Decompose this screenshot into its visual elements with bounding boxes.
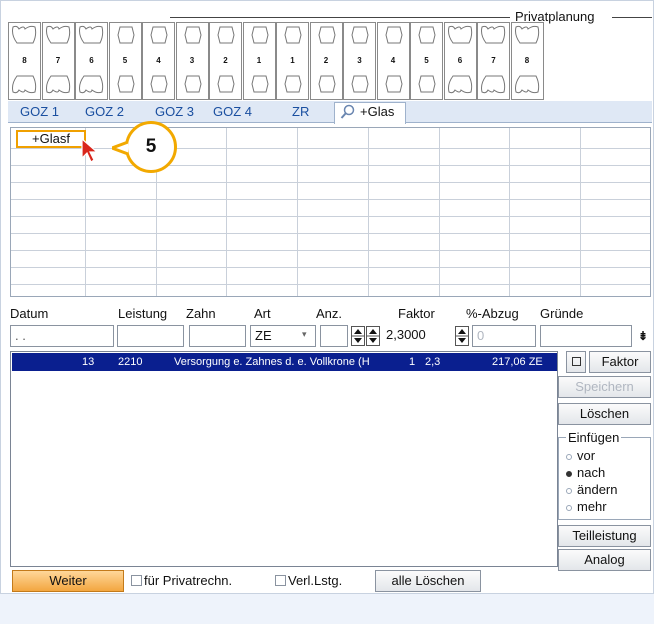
tooth-number: 5 — [122, 56, 128, 65]
label-gruende: Gründe — [540, 306, 584, 321]
speichern-button[interactable]: Speichern — [558, 376, 651, 398]
zahn-input[interactable] — [189, 325, 246, 347]
tab-glas[interactable]: +Glas — [360, 104, 394, 119]
tooth-number: 1 — [290, 56, 295, 65]
header-rule — [612, 17, 652, 18]
radio-nach[interactable]: nach — [566, 465, 605, 480]
tooth-number: 3 — [189, 56, 195, 65]
step-callout-badge: 5 — [125, 121, 177, 173]
tooth-number: 5 — [424, 56, 429, 65]
row-amount: 217,06 ZE — [492, 356, 543, 368]
search-icon[interactable] — [340, 104, 356, 123]
tab-goz3[interactable]: GOZ 3 — [155, 104, 194, 119]
einfuegen-title: Einfügen — [566, 430, 622, 445]
tooth[interactable]: 4 — [376, 22, 410, 100]
radio-mehr[interactable]: mehr — [566, 499, 607, 514]
datum-input[interactable]: . . — [10, 325, 114, 347]
radio-aendern-label: ändern — [577, 482, 618, 497]
radio-aendern[interactable]: ändern — [566, 482, 617, 497]
weiter-button[interactable]: Weiter — [12, 570, 124, 592]
service-list[interactable]: 13 2210 Versorgung e. Zahnes d. e. Vollk… — [10, 351, 558, 567]
verl-lstg-checkbox[interactable] — [275, 575, 286, 586]
radio-mehr-label: mehr — [577, 499, 607, 514]
faktor-input[interactable]: 2,3000 — [382, 325, 448, 347]
privatrechn-checkbox[interactable] — [131, 575, 142, 586]
tooth[interactable]: 1 — [242, 22, 276, 100]
tooth[interactable]: 2 — [209, 22, 242, 100]
loeschen-button[interactable]: Löschen — [558, 403, 651, 425]
privatrechn-label: für Privatrechn. — [144, 573, 233, 588]
faktor-button[interactable]: Faktor — [589, 351, 651, 373]
leistung-input[interactable] — [117, 325, 184, 347]
tooth-number: 7 — [491, 56, 496, 65]
glasf-chip[interactable]: +Glasf — [16, 130, 86, 148]
faktor-spinner-left[interactable] — [351, 326, 365, 346]
tooth-number: 4 — [156, 56, 161, 65]
table-row[interactable]: 13 2210 Versorgung e. Zahnes d. e. Vollk… — [12, 353, 557, 371]
service-grid[interactable] — [10, 127, 651, 297]
tooth-number: 8 — [22, 56, 27, 65]
faktor-spinner-right[interactable] — [366, 326, 380, 346]
tooth[interactable]: 1 — [276, 22, 309, 100]
radio-vor-label: vor — [577, 448, 596, 463]
row-code: 2210 — [118, 356, 143, 368]
label-art: Art — [254, 306, 271, 321]
tooth[interactable]: 5 — [108, 22, 142, 100]
analog-button[interactable]: Analog — [558, 549, 651, 571]
tooth-number: 1 — [256, 56, 262, 65]
tooth[interactable]: 5 — [410, 22, 443, 100]
dental-chart[interactable]: 8 7 6 5 4 3 2 1 1 2 3 4 5 6 7 8 — [8, 22, 544, 100]
tooth[interactable]: 8 — [510, 22, 544, 100]
anzahl-input[interactable] — [320, 325, 348, 347]
teilleistung-button[interactable]: Teilleistung — [558, 525, 651, 547]
tooth[interactable]: 3 — [175, 22, 209, 100]
callout-pointer — [107, 140, 129, 159]
row-description: Versorgung e. Zahnes d. e. Vollkrone (H — [174, 356, 370, 368]
chevron-down-icon[interactable]: ▾ — [302, 329, 307, 340]
label-zahn: Zahn — [186, 306, 216, 321]
faktor-checkbox[interactable] — [566, 351, 586, 373]
tooth-number: 6 — [457, 56, 463, 65]
tooth-number: 4 — [390, 56, 396, 65]
row-factor: 2,3 — [425, 356, 441, 368]
tooth[interactable]: 4 — [142, 22, 175, 100]
alle-loeschen-button[interactable]: alle Löschen — [375, 570, 481, 592]
tooth-number: 6 — [89, 56, 94, 65]
verl-lstg-label: Verl.Lstg. — [288, 573, 343, 588]
tooth[interactable]: 7 — [477, 22, 510, 100]
tooth-number: 3 — [357, 56, 362, 65]
tooth[interactable]: 2 — [309, 22, 343, 100]
tooth-number: 2 — [223, 56, 228, 65]
tooth-number: 2 — [323, 56, 329, 65]
label-abzug: %-Abzug — [466, 306, 519, 321]
gruende-picker-icon[interactable]: ⇟ — [638, 329, 648, 343]
header-rule — [170, 17, 510, 18]
gruende-input[interactable] — [540, 325, 632, 347]
label-anz: Anz. — [316, 306, 343, 321]
label-leistung: Leistung — [118, 306, 168, 321]
tooth[interactable]: 3 — [343, 22, 376, 100]
tooth[interactable]: 7 — [41, 22, 75, 100]
tooth-number: 7 — [55, 56, 61, 65]
abzug-spinner[interactable] — [455, 326, 469, 346]
tooth[interactable]: 6 — [443, 22, 477, 100]
row-count: 1 — [409, 356, 416, 368]
tab-goz2[interactable]: GOZ 2 — [85, 104, 124, 119]
radio-nach-label: nach — [577, 465, 606, 480]
row-tooth: 13 — [82, 356, 95, 368]
tooth[interactable]: 8 — [8, 22, 41, 100]
abzug-input[interactable]: 0 — [472, 325, 536, 347]
tab-goz1[interactable]: GOZ 1 — [20, 104, 59, 119]
label-datum: Datum — [10, 306, 49, 321]
tab-goz4[interactable]: GOZ 4 — [213, 104, 252, 119]
mouse-cursor-icon — [80, 137, 100, 167]
radio-vor[interactable]: vor — [566, 448, 595, 463]
tab-zr[interactable]: ZR — [292, 104, 309, 119]
label-faktor: Faktor — [398, 306, 435, 321]
tooth[interactable]: 6 — [75, 22, 108, 100]
tooth-number: 8 — [524, 56, 530, 65]
art-value: ZE — [255, 328, 272, 343]
